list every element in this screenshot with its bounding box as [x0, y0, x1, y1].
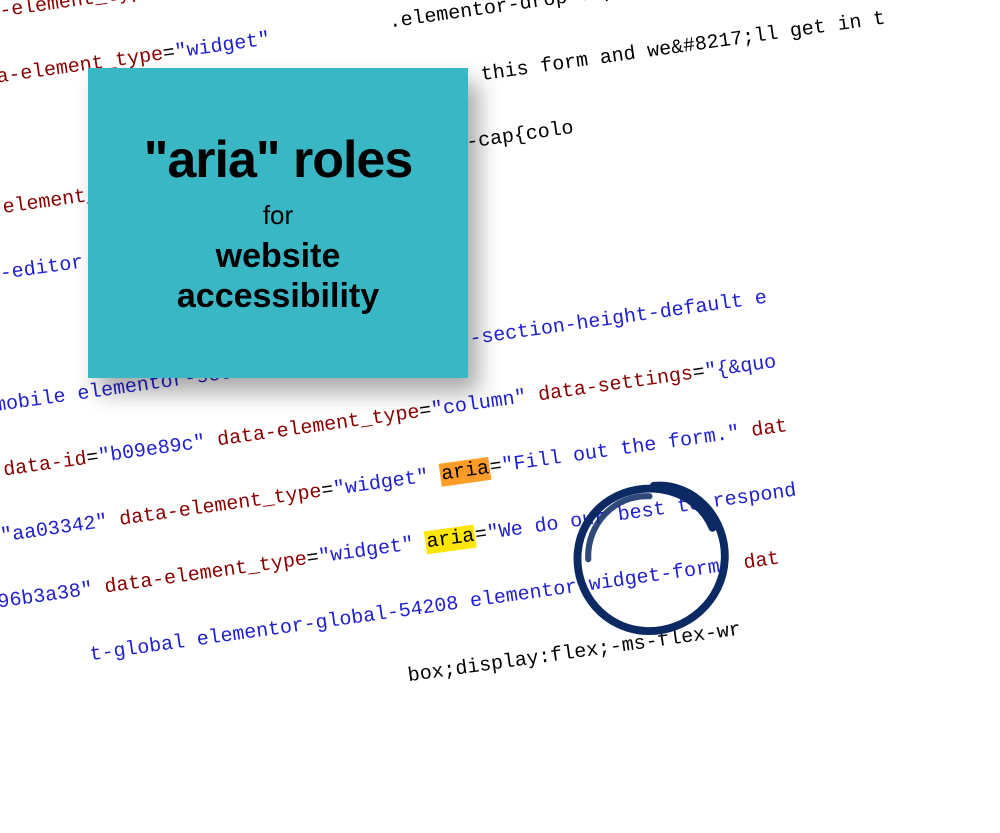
card-sub2: accessibility	[177, 277, 379, 316]
attr: data-element_type	[216, 401, 421, 452]
attr-value: aa03342	[11, 512, 97, 546]
attr: data-id	[2, 448, 88, 482]
attr: data-element_type	[103, 548, 308, 599]
aria-highlight: aria	[424, 525, 477, 555]
attr-value: widget	[185, 30, 260, 63]
class-text: lementor-widget-text-editor	[0, 252, 85, 320]
aria-highlight-orange: aria	[439, 457, 492, 487]
attr-value: 96b3a38	[0, 580, 83, 614]
attr-value: widget	[329, 535, 404, 568]
card-sub1: website	[216, 237, 341, 276]
title-card: "aria" roles for website accessibility	[88, 68, 468, 378]
attr-value: {&quo	[715, 351, 778, 382]
attr-fragment: dat	[750, 415, 789, 443]
attr: data-element_type	[0, 0, 156, 30]
attr-value: Fill out the form.	[512, 424, 729, 477]
card-for: for	[263, 200, 293, 231]
attr: data-element_type	[118, 481, 323, 532]
css-text: box;display:flex;-ms-flex-wr	[406, 619, 742, 689]
card-title: "aria" roles	[144, 130, 413, 190]
attr-value: b09e89c	[109, 433, 195, 467]
attr-value: We do our best to respond	[497, 480, 797, 545]
attr-value: widget	[344, 467, 419, 500]
attr-value: column	[442, 388, 517, 421]
attr: data-settings	[537, 363, 695, 407]
attr-fragment: dat	[742, 548, 781, 576]
